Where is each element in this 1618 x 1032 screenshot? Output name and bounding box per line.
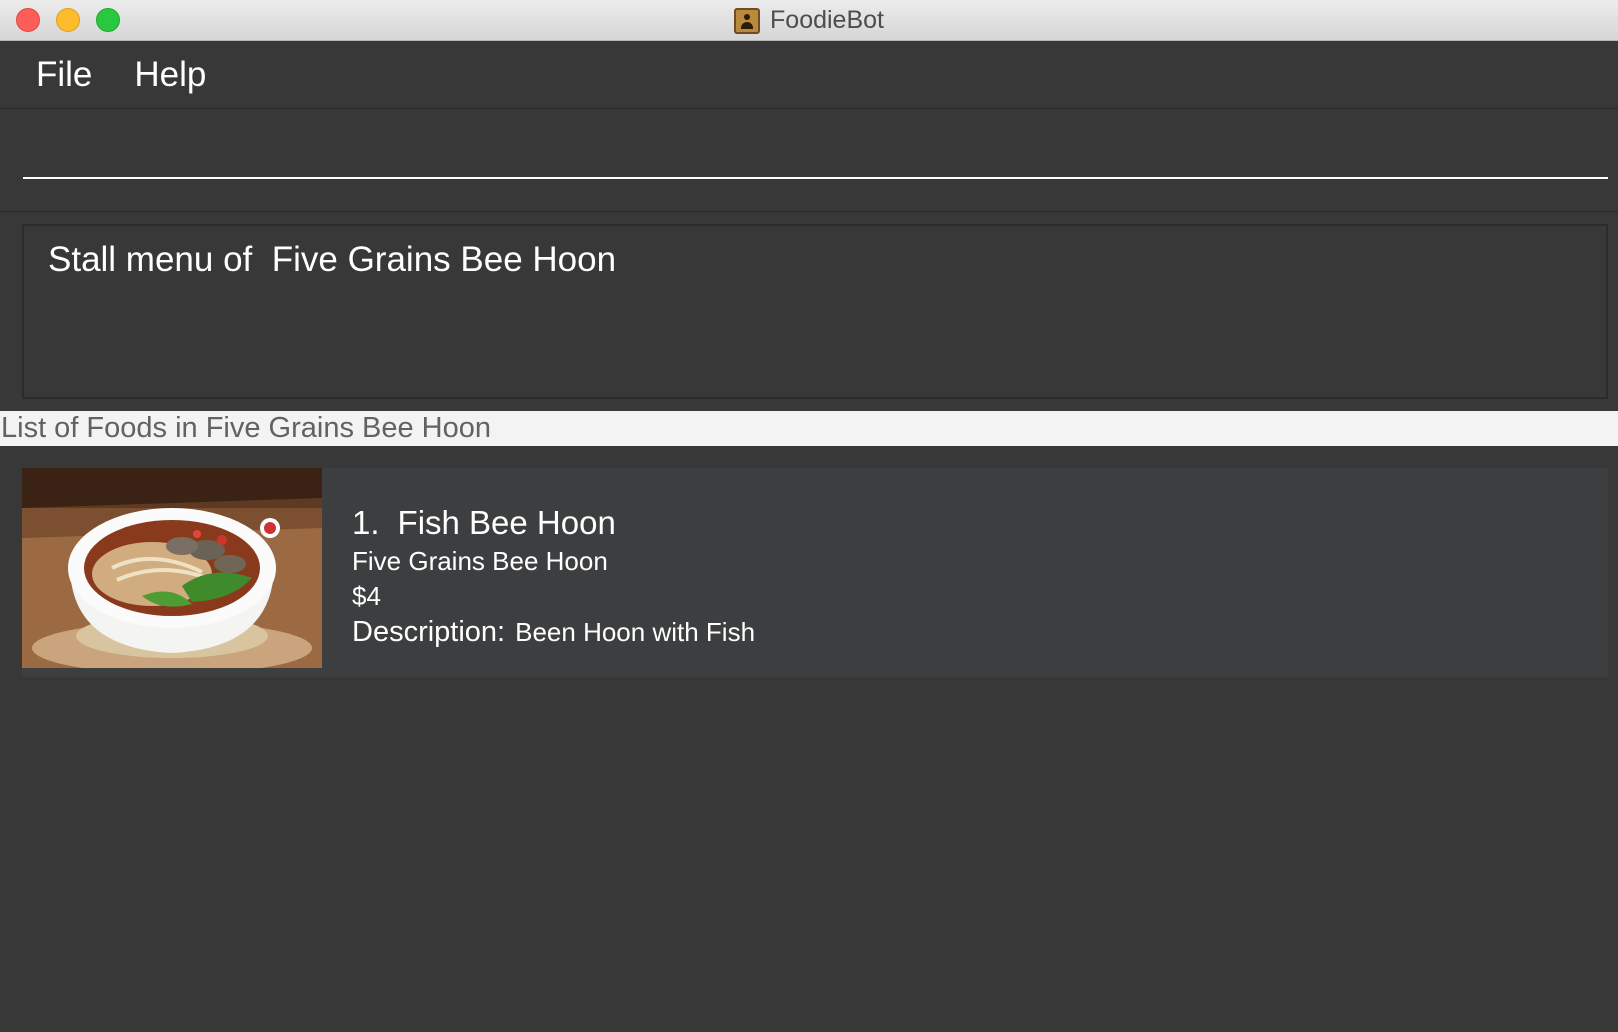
food-name: Fish Bee Hoon xyxy=(397,504,616,541)
food-image xyxy=(22,468,322,668)
food-card[interactable]: 1. Fish Bee Hoon Five Grains Bee Hoon $4… xyxy=(22,468,1608,677)
list-header: List of Foods in Five Grains Bee Hoon xyxy=(0,411,1618,446)
app-contact-icon xyxy=(734,7,761,34)
title-wrap: FoodieBot xyxy=(0,0,1618,41)
title-bar[interactable]: FoodieBot xyxy=(0,0,1618,41)
food-title-row: 1. Fish Bee Hoon xyxy=(352,504,755,544)
food-description-row: Description: Been Hoon with Fish xyxy=(352,616,755,649)
app-window: FoodieBot File Help Stall menu of Five G… xyxy=(0,0,1618,1032)
command-input[interactable] xyxy=(23,139,1608,179)
food-stall: Five Grains Bee Hoon xyxy=(352,546,608,576)
result-text: Stall menu of Five Grains Bee Hoon xyxy=(48,240,617,279)
description-value: Been Hoon with Fish xyxy=(515,617,756,647)
result-display: Stall menu of Five Grains Bee Hoon xyxy=(22,224,1608,399)
menu-bar: File Help xyxy=(0,41,1618,109)
food-list[interactable]: 1. Fish Bee Hoon Five Grains Bee Hoon $4… xyxy=(0,446,1618,1032)
list-header-text: List of Foods in Five Grains Bee Hoon xyxy=(1,412,492,444)
menu-file[interactable]: File xyxy=(36,55,92,95)
food-price: $4 xyxy=(352,581,381,611)
command-box xyxy=(0,109,1618,212)
food-index: 1. xyxy=(352,504,380,541)
bee-hoon-bowl-image xyxy=(22,468,322,668)
window-title: FoodieBot xyxy=(770,6,884,34)
food-info: 1. Fish Bee Hoon Five Grains Bee Hoon $4… xyxy=(352,504,755,649)
menu-help[interactable]: Help xyxy=(134,55,206,95)
description-label: Description: xyxy=(352,616,506,648)
